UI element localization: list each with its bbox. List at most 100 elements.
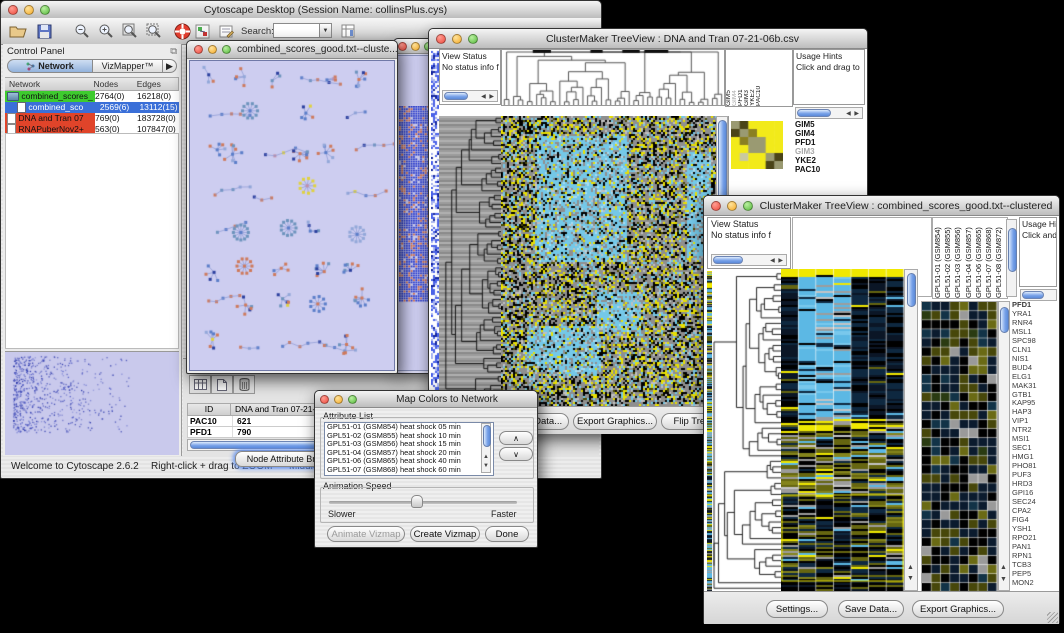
attribute-list-item[interactable]: GPL51-07 (GSM868) heat shock 60 min — [325, 466, 493, 475]
array-label[interactable]: GPL51-04 (GSM857) — [964, 218, 974, 298]
minimize-button[interactable] — [24, 5, 34, 15]
column-label[interactable]: PAC10 — [756, 50, 762, 106]
close-button[interactable] — [320, 395, 329, 404]
gene-label[interactable]: FIG4 — [1012, 516, 1057, 525]
gene-label[interactable]: TCB3 — [1012, 561, 1057, 570]
gene-label[interactable]: RPN1 — [1012, 552, 1057, 561]
gene-label[interactable]: MON2 — [1012, 579, 1057, 588]
gene-label[interactable]: HRD3 — [1012, 480, 1057, 489]
tab-vizmapper[interactable]: VizMapper™ — [93, 59, 163, 73]
gene-label[interactable]: PEP5 — [1012, 570, 1057, 579]
gene-label[interactable]: SPC98 — [1012, 337, 1057, 346]
gene-label[interactable]: GIM5 — [795, 120, 865, 129]
new-attribute-icon[interactable] — [211, 375, 233, 394]
export-graphics-button[interactable]: Export Graphics... — [912, 600, 1004, 618]
array-label[interactable]: GPL51-06 (GSM865) — [974, 218, 984, 298]
scroll-up-icon[interactable]: ▲ — [1000, 564, 1007, 571]
zoom-button[interactable] — [468, 34, 478, 44]
close-button[interactable] — [711, 201, 721, 211]
array-label[interactable]: GPL51-08 (GSM872) — [994, 218, 1004, 298]
create-vizmap-button[interactable]: Create Vizmap — [410, 526, 480, 542]
help-lifering-icon[interactable] — [171, 21, 193, 41]
gene-label[interactable]: YRA1 — [1012, 310, 1057, 319]
gene-label[interactable]: PFD1 — [795, 138, 865, 147]
gene-label[interactable]: MAK31 — [1012, 382, 1057, 391]
view-status-scrollbar[interactable]: ◀ ▶ — [711, 254, 787, 266]
gene-label[interactable]: HAP3 — [1012, 408, 1057, 417]
minimize-button[interactable] — [727, 201, 737, 211]
scroll-down-icon[interactable]: ▼ — [1000, 576, 1007, 583]
gene-label[interactable]: KAP95 — [1012, 399, 1057, 408]
heatmap-canvas[interactable] — [781, 269, 904, 591]
select-attributes-icon[interactable] — [189, 375, 211, 394]
tab-network[interactable]: Network — [7, 59, 93, 73]
move-up-button[interactable]: ∧ — [499, 431, 533, 445]
id-column-header[interactable]: ID — [188, 404, 231, 415]
animation-speed-slider-track[interactable] — [329, 501, 517, 504]
minimize-button[interactable] — [208, 45, 217, 54]
zoom-button[interactable] — [348, 395, 357, 404]
scroll-down-icon[interactable]: ▼ — [907, 575, 914, 582]
network-row-combined-scores[interactable]: combined_scores_ 2764(0) 16218(0) — [5, 91, 179, 102]
array-label[interactable]: GPL51-03 (GSM856) — [953, 218, 963, 298]
zoom-in-icon[interactable] — [95, 21, 117, 41]
close-button[interactable] — [194, 45, 203, 54]
move-down-button[interactable]: ∨ — [499, 447, 533, 461]
done-button[interactable]: Done — [485, 526, 529, 542]
usage-hints-scrollbar[interactable]: ◀ ▶ — [795, 107, 863, 119]
gene-label[interactable]: NTR2 — [1012, 426, 1057, 435]
gene-label[interactable]: VIP1 — [1012, 417, 1057, 426]
gene-label[interactable]: MSI1 — [1012, 435, 1057, 444]
gene-label[interactable]: RPO21 — [1012, 534, 1057, 543]
settings-button[interactable]: Settings... — [766, 600, 828, 618]
gene-label[interactable]: PUF3 — [1012, 471, 1057, 480]
global-view-strip[interactable] — [431, 49, 439, 406]
heatmap-v scrollbar[interactable]: ▲ ▼ — [904, 269, 918, 591]
scroll-up-icon[interactable]: ▲ — [483, 454, 489, 460]
save-data-button[interactable]: Save Data... — [838, 600, 904, 618]
attribute-list-vscrollbar[interactable]: ▲ ▼ — [481, 423, 491, 473]
zoomed-heatmap-canvas[interactable] — [921, 301, 998, 593]
heatmap-canvas[interactable] — [501, 116, 716, 406]
search-dropdown-arrow-icon[interactable]: ▼ — [319, 23, 332, 38]
close-button[interactable] — [436, 34, 446, 44]
minimize-button[interactable] — [334, 395, 343, 404]
gene-label[interactable]: GIM4 — [795, 129, 865, 138]
network-row-selected[interactable]: combined_sco 2569(6) 13112(15) — [5, 102, 179, 113]
float-panel-icon[interactable]: ⧉ — [170, 46, 177, 57]
resize-grip[interactable] — [1047, 612, 1058, 623]
gene-label[interactable]: YKE2 — [795, 156, 865, 165]
gene-label[interactable]: PFD1 — [1012, 301, 1057, 310]
annotation-icon[interactable] — [215, 21, 237, 41]
delete-attribute-icon[interactable] — [233, 375, 255, 394]
scroll-down-icon[interactable]: ▼ — [483, 463, 489, 469]
tab-overflow-button[interactable]: ▶ — [163, 59, 177, 73]
gene-label[interactable]: GTB1 — [1012, 391, 1057, 400]
minimize-button[interactable] — [452, 34, 462, 44]
gene-label[interactable]: NIS1 — [1012, 355, 1057, 364]
open-file-icon[interactable] — [7, 21, 29, 41]
usage-hints-scrollbar[interactable] — [1020, 289, 1057, 301]
column-dendrogram-canvas[interactable] — [501, 49, 725, 106]
gene-label[interactable]: MSL1 — [1012, 328, 1057, 337]
attribute-list-item[interactable]: GPL51-04 (GSM857) heat shock 20 min — [325, 449, 493, 458]
array-labels-vscrollbar[interactable] — [1006, 219, 1017, 297]
gene-label[interactable]: HMG1 — [1012, 453, 1057, 462]
zoom-fit-icon[interactable] — [119, 21, 141, 41]
scroll-up-icon[interactable]: ▲ — [907, 564, 914, 571]
zoom-selected-icon[interactable] — [143, 21, 165, 41]
minimize-button[interactable] — [411, 42, 420, 51]
array-label[interactable]: GPL51-02 (GSM855) — [943, 218, 953, 298]
gene-label[interactable]: RNR4 — [1012, 319, 1057, 328]
animation-speed-slider-thumb[interactable] — [411, 495, 423, 508]
gene-label[interactable]: CLN1 — [1012, 346, 1057, 355]
attribute-list-item[interactable]: GPL51-02 (GSM855) heat shock 10 min — [325, 432, 493, 441]
row-dendrogram-canvas[interactable] — [712, 271, 781, 591]
gene-list-vscrollbar[interactable]: ▲ ▼ — [998, 301, 1010, 591]
network-canvas[interactable] — [189, 60, 395, 371]
gene-label[interactable]: PAC10 — [795, 165, 865, 174]
gene-label[interactable]: GPI16 — [1012, 489, 1057, 498]
mini-heatmap-canvas[interactable] — [731, 121, 783, 169]
gene-label[interactable]: PHO81 — [1012, 462, 1057, 471]
close-button[interactable] — [8, 5, 18, 15]
